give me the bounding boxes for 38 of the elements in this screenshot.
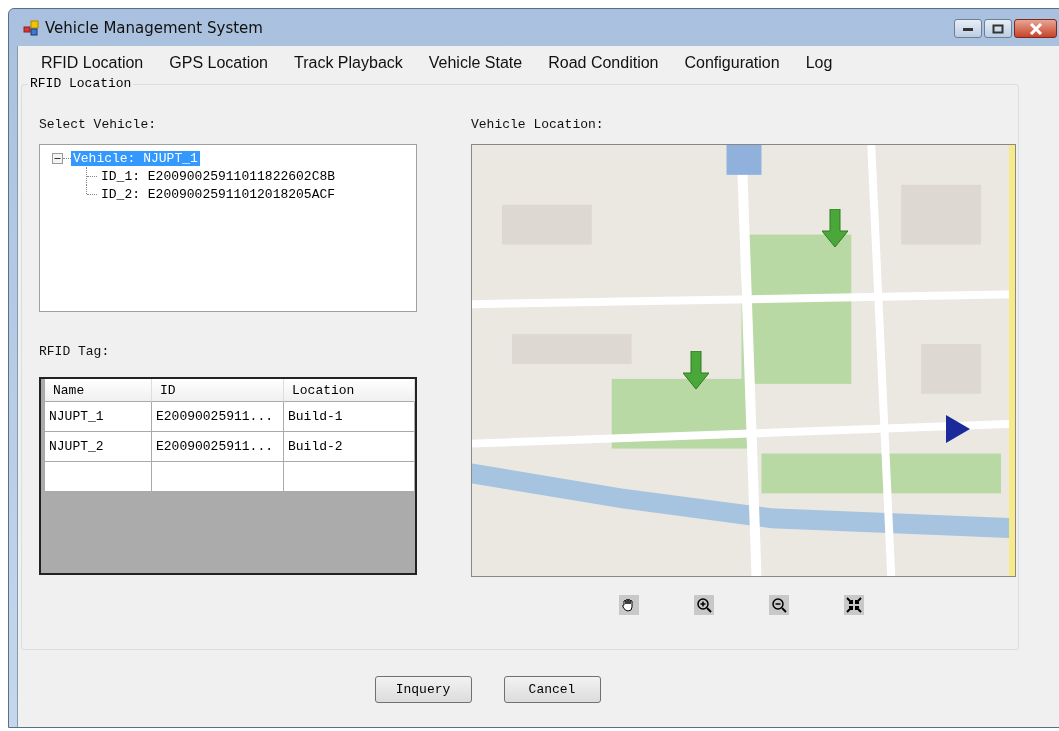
column-header[interactable]: ID bbox=[152, 379, 284, 402]
column-header[interactable]: Location bbox=[284, 379, 415, 402]
location-arrow-icon[interactable] bbox=[822, 209, 848, 247]
zoom-in-icon[interactable] bbox=[694, 595, 714, 615]
dialog-button[interactable]: Cancel bbox=[503, 676, 601, 703]
app-icon bbox=[23, 19, 39, 36]
table-cell: E20090025911... bbox=[152, 432, 284, 462]
location-arrow-icon[interactable] bbox=[683, 351, 709, 389]
menu-tab[interactable]: Log bbox=[792, 50, 846, 76]
table-cell: NJUPT_2 bbox=[45, 432, 152, 462]
table-cell: E20090025911... bbox=[152, 402, 284, 432]
zoom-out-icon[interactable] bbox=[769, 595, 789, 615]
tree-node[interactable]: ID_2: E20090025911012018205ACF bbox=[99, 186, 338, 202]
close-icon bbox=[1028, 22, 1043, 35]
fit-view-icon[interactable] bbox=[844, 595, 864, 615]
menu-tab[interactable]: Vehicle State bbox=[415, 50, 536, 76]
menu-tab[interactable]: GPS Location bbox=[156, 50, 281, 76]
field-label: RFID Tag: bbox=[39, 344, 110, 359]
dialog-button[interactable]: Inquery bbox=[374, 676, 472, 703]
menu-tab[interactable]: Track Playback bbox=[281, 50, 416, 76]
field-label: Vehicle Location: bbox=[471, 117, 604, 132]
table-cell: Build-2 bbox=[284, 432, 415, 462]
tree-node[interactable]: ID_1: E20090025911011822602C8B bbox=[99, 168, 338, 184]
field-label: Select Vehicle: bbox=[39, 117, 157, 132]
maximize-icon bbox=[991, 23, 1005, 34]
maximize-button[interactable] bbox=[984, 19, 1012, 38]
menu-tab[interactable]: RFID Location bbox=[28, 50, 157, 76]
table-cell: NJUPT_1 bbox=[45, 402, 152, 432]
minimize-button[interactable] bbox=[954, 19, 982, 38]
close-button[interactable] bbox=[1014, 19, 1057, 38]
column-header[interactable]: Name bbox=[45, 379, 152, 402]
vehicle-triangle-icon[interactable] bbox=[946, 415, 970, 443]
window-title: Vehicle Management System bbox=[45, 18, 263, 37]
collapse-icon[interactable] bbox=[52, 152, 63, 164]
pan-hand-icon[interactable] bbox=[619, 595, 639, 615]
menu-tab[interactable]: Configuration bbox=[671, 50, 793, 76]
table-cell: Build-1 bbox=[284, 402, 415, 432]
menu-tab[interactable]: Road Condition bbox=[535, 50, 672, 76]
